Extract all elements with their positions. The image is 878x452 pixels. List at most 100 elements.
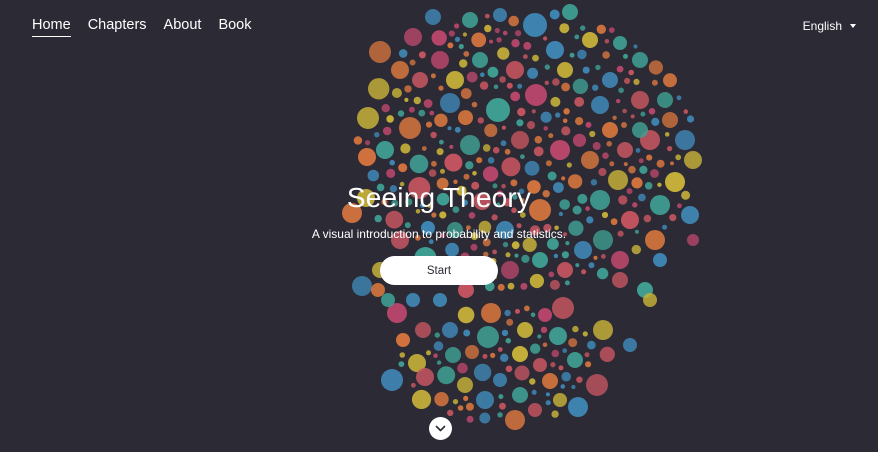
bubble [368, 78, 390, 100]
bubble [438, 85, 444, 91]
bubble [512, 346, 528, 362]
bubble [434, 392, 449, 407]
bubble [508, 15, 519, 27]
bubble [532, 54, 539, 62]
bubble [381, 369, 403, 391]
bubble [505, 410, 525, 430]
bubble [567, 352, 583, 368]
chevron-down-icon [435, 425, 446, 432]
bubble [501, 125, 506, 130]
bubble [396, 333, 410, 347]
bubble [515, 308, 520, 314]
bubble [662, 112, 678, 128]
bubble [399, 117, 421, 139]
start-button[interactable]: Start [380, 256, 498, 285]
bubble [493, 373, 507, 387]
bubble [415, 322, 431, 338]
bubble [523, 54, 528, 59]
bubble [512, 387, 528, 403]
bubble [365, 140, 371, 146]
bubble [430, 131, 437, 139]
bubble [646, 154, 653, 161]
bubble [602, 72, 618, 88]
bubble [493, 84, 499, 90]
bubble [457, 377, 473, 393]
bubble [460, 88, 472, 99]
bubble [562, 118, 568, 124]
nav-chapters[interactable]: Chapters [88, 17, 147, 37]
bubble [358, 148, 376, 166]
bubble [482, 144, 491, 152]
bubble [585, 121, 592, 128]
bubble [559, 23, 570, 34]
bubble [527, 67, 539, 79]
nav-about[interactable]: About [164, 17, 202, 37]
main-nav: Home Chapters About Book [32, 17, 252, 37]
bubble [482, 353, 488, 359]
bubble [543, 126, 549, 131]
bubble [622, 108, 627, 114]
bubble [606, 141, 612, 147]
bubble [616, 65, 624, 73]
bubble [524, 305, 530, 312]
bubble [664, 132, 670, 137]
bubble [550, 140, 570, 160]
bubble [430, 73, 436, 79]
bubble [593, 320, 613, 340]
bubble [572, 78, 589, 95]
bubble [589, 130, 596, 138]
bubble [493, 8, 507, 22]
scroll-down-button[interactable] [429, 417, 452, 440]
page-title: Seeing Theory [346, 182, 532, 213]
bubble [582, 66, 590, 74]
language-label: English [802, 19, 842, 33]
bubble [582, 331, 588, 337]
bubble [628, 165, 636, 174]
bubble [459, 59, 468, 68]
language-selector[interactable]: English [803, 19, 856, 33]
bubble [454, 126, 461, 133]
nav-home[interactable]: Home [32, 17, 71, 37]
bubble [574, 97, 585, 107]
bubble [434, 113, 448, 128]
bubble [426, 350, 431, 356]
bubble [633, 78, 640, 85]
bubble [561, 371, 571, 382]
bubble [568, 397, 588, 417]
bubble [651, 79, 658, 86]
bubble [623, 162, 628, 167]
bubble [497, 347, 503, 352]
bubble [411, 389, 432, 410]
bubble [640, 111, 646, 117]
bubble [466, 71, 478, 83]
bubble [476, 157, 483, 164]
bubble [440, 168, 445, 174]
bubble [572, 133, 587, 147]
bubble [371, 283, 385, 297]
bubble [552, 78, 560, 86]
bubble [481, 303, 501, 323]
bubble [686, 115, 695, 123]
bubble [582, 32, 598, 48]
nav-book[interactable]: Book [218, 17, 251, 37]
bubble [648, 108, 656, 115]
bubble [632, 122, 648, 138]
bubble [406, 293, 420, 307]
bubble [471, 101, 478, 108]
caret-down-icon [850, 24, 856, 28]
bubble [595, 64, 601, 71]
bubble [445, 347, 461, 363]
bubble [463, 51, 470, 57]
bubble [477, 117, 484, 124]
bubble [560, 384, 566, 389]
bubble [353, 136, 363, 145]
bubble [433, 341, 444, 351]
bubble [466, 415, 474, 423]
bubble [591, 96, 609, 114]
bubble [577, 49, 587, 60]
bubble [651, 117, 660, 126]
bubble [465, 345, 479, 359]
bubble [621, 122, 627, 128]
bubble [500, 140, 507, 147]
bubble [477, 326, 499, 348]
